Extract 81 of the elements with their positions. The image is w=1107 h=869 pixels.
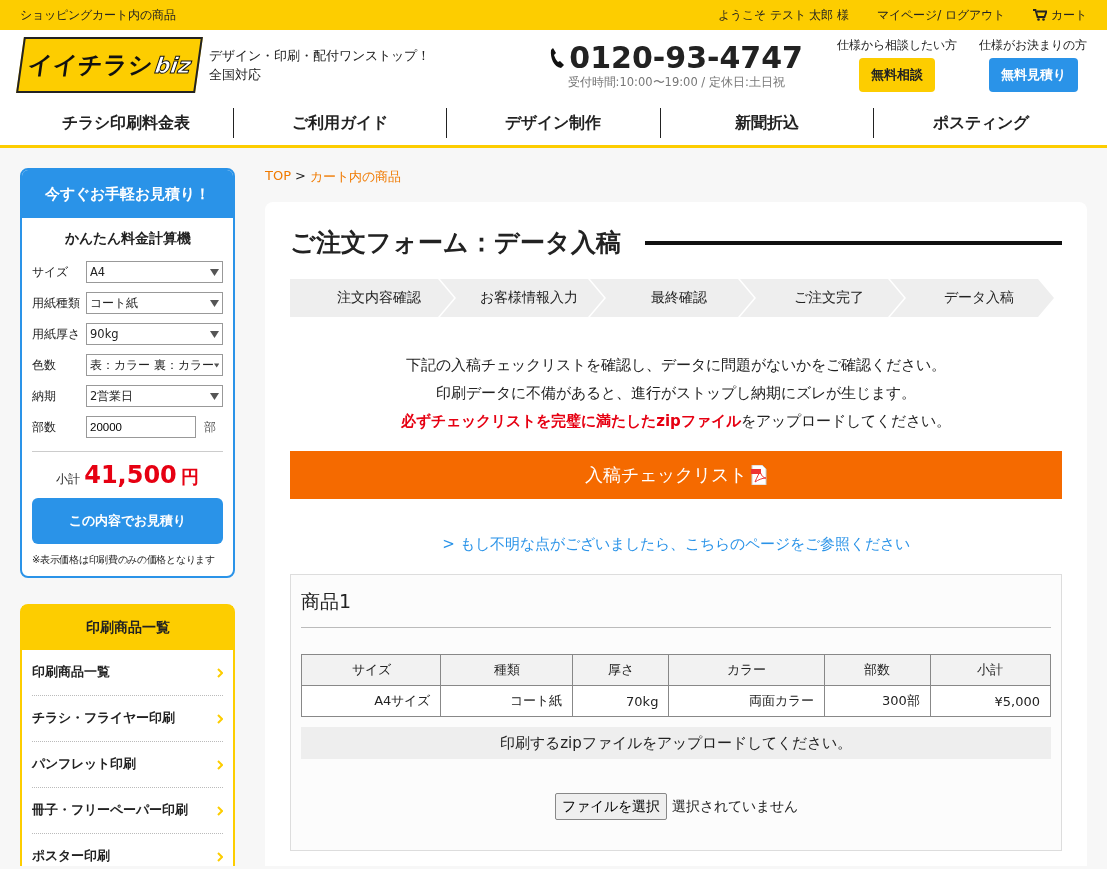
quantity-field[interactable]: 20000 xyxy=(86,416,196,438)
table-cell: 両面カラー xyxy=(668,685,825,717)
dropdown-arrow-icon xyxy=(213,361,219,369)
account-link[interactable]: マイページ/ ログアウト xyxy=(877,6,1005,24)
upload-instruction: 必ずチェックリストを完璧に満たしたzipファイルをアップロードしてください。 xyxy=(400,411,952,432)
table-cell: 300部 xyxy=(824,685,931,717)
intro-text: 下記の入稿チェックリストを確認し、データに問題がないかをご確認ください。 xyxy=(405,355,947,376)
table-cell: ¥5,000 xyxy=(930,685,1051,717)
dropdown-arrow-icon xyxy=(210,330,219,338)
column-header: サイズ xyxy=(301,654,441,686)
table-cell: 70kg xyxy=(572,685,669,717)
calculator-banner: 今すぐお手軽お見積り！ xyxy=(22,170,233,218)
menu-item[interactable]: チラシ・フライヤー印刷 xyxy=(32,696,223,742)
progress-step: データ入稿 xyxy=(890,279,1054,317)
cart-icon xyxy=(1033,9,1047,21)
price-note: ※表示価格は印刷費のみの価格となります xyxy=(32,553,216,566)
nav-link[interactable]: ご利用ガイド xyxy=(232,107,447,138)
intro-text: 印刷データに不備があると、進行がストップし納期にズレが生じます。 xyxy=(435,383,917,404)
file-status: 選択されていません xyxy=(671,797,798,816)
phone-number: 0120-93-4747 xyxy=(549,40,803,75)
dropdown-arrow-icon xyxy=(210,299,219,307)
menu-item[interactable]: ポスター印刷 xyxy=(32,834,223,866)
menu-item[interactable]: パンフレット印刷 xyxy=(32,742,223,788)
progress-step: ご注文完了 xyxy=(740,279,904,317)
field-label: 納期 xyxy=(32,387,57,405)
subtotal-label: 小計 xyxy=(56,471,81,488)
page-title: ショッピングカート内の商品 xyxy=(20,6,176,24)
welcome-text: ようこそ テスト 太郎 様 xyxy=(717,6,850,24)
product-title: 商品1 xyxy=(301,587,1051,628)
pdf-icon xyxy=(751,465,767,485)
table-cell: A4サイズ xyxy=(301,685,441,717)
button-caption: 仕様がお決まりの方 xyxy=(979,38,1087,53)
column-header: カラー xyxy=(668,654,825,686)
menu-item[interactable]: 冊子・フリーペーパー印刷 xyxy=(32,788,223,834)
select-field[interactable]: 90kg xyxy=(86,323,223,345)
currency-label: 円 xyxy=(180,465,199,489)
column-header: 厚さ xyxy=(572,654,669,686)
select-field[interactable]: 表：カラー 裏：カラー xyxy=(86,354,223,376)
dropdown-arrow-icon xyxy=(210,268,219,276)
nav-link[interactable]: デザイン制作 xyxy=(446,107,660,138)
table-cell: コート紙 xyxy=(440,685,573,717)
chevron-right-icon xyxy=(217,851,223,862)
tagline: 全国対応 xyxy=(209,66,263,84)
field-label: 用紙厚さ xyxy=(32,325,81,343)
select-field[interactable]: 2営業日 xyxy=(86,385,223,407)
column-header: 小計 xyxy=(930,654,1051,686)
chevron-right-icon xyxy=(217,667,223,678)
field-label: 色数 xyxy=(32,356,57,374)
progress-step: 注文内容確認 xyxy=(290,279,454,317)
unit-label: 部 xyxy=(204,419,216,435)
progress-step: お客様情報入力 xyxy=(440,279,604,317)
cart-link[interactable]: カート xyxy=(1033,6,1087,24)
free-consult-button[interactable]: 無料相談 xyxy=(859,58,935,92)
dropdown-arrow-icon xyxy=(210,392,219,400)
choose-file-button[interactable]: ファイルを選択 xyxy=(554,793,667,820)
progress-step: 最終確認 xyxy=(590,279,754,317)
field-label: サイズ xyxy=(32,263,69,281)
menu-item[interactable]: 印刷商品一覧 xyxy=(32,650,223,696)
form-title: ご注文フォーム：データ入稿 xyxy=(290,227,621,259)
nav-link[interactable]: チラシ印刷料金表 xyxy=(20,107,233,138)
column-header: 部数 xyxy=(824,654,931,686)
breadcrumb-separator: > xyxy=(295,168,306,185)
site-logo[interactable]: イイチラシbiz xyxy=(16,37,204,93)
select-field[interactable]: コート紙 xyxy=(86,292,223,314)
field-label: 用紙種類 xyxy=(32,294,81,312)
upload-prompt: 印刷するzipファイルをアップロードしてください。 xyxy=(301,727,1051,759)
phone-icon xyxy=(549,46,566,69)
select-field[interactable]: A4 xyxy=(86,261,223,283)
chevron-right-icon xyxy=(217,713,223,724)
nav-link[interactable]: 新聞折込 xyxy=(659,107,874,138)
calculator-title: かんたん料金計算機 xyxy=(63,230,192,248)
tagline: デザイン・印刷・配付ワンストップ！ xyxy=(209,47,431,65)
column-header: 種類 xyxy=(440,654,573,686)
menu-heading: 印刷商品一覧 xyxy=(22,606,233,650)
nav-link[interactable]: ポスティング xyxy=(873,107,1087,138)
business-hours: 受付時間:10:00〜19:00 / 定休日:土日祝 xyxy=(567,75,785,90)
chevron-right-icon xyxy=(217,759,223,770)
button-caption: 仕様から相談したい方 xyxy=(837,38,957,53)
chevron-right-icon xyxy=(217,805,223,816)
field-label: 部数 xyxy=(32,418,57,436)
subtotal-value: 41,500 xyxy=(84,461,177,489)
